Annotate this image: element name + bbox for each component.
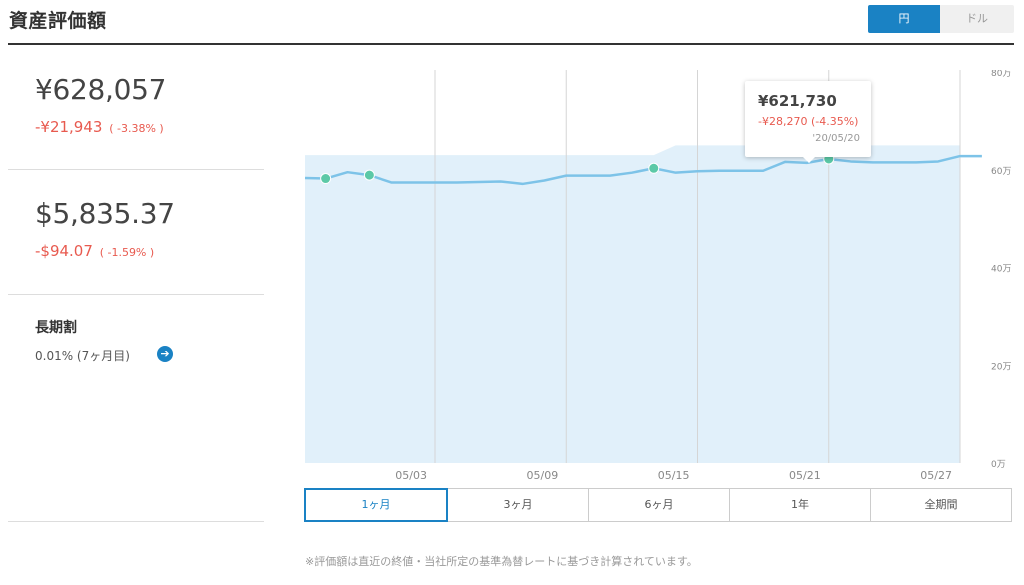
arrow-right-icon[interactable]: ➔ — [157, 346, 173, 362]
x-tick-label: 05/21 — [789, 469, 821, 482]
tab-all-time[interactable]: 全期間 — [871, 489, 1011, 521]
event-marker — [363, 169, 375, 181]
jpy-change: -¥21,943 ( -3.38% ) — [35, 118, 164, 136]
event-marker — [648, 162, 660, 174]
chart-svg: 05/03 05/09 05/15 05/21 05/27 0万 20万 40万 60万 80万 — [304, 69, 1011, 482]
x-tick-label: 05/15 — [658, 469, 690, 482]
page-title: 資産評価額 — [9, 10, 107, 32]
tab-3-months[interactable]: 3ヶ月 — [448, 489, 589, 521]
chart-tooltip: ¥621,730 -¥28,270 (-4.35%) '20/05/20 — [745, 81, 871, 163]
jpy-value: ¥628,057 — [35, 73, 167, 106]
period-tabs: 1ヶ月 3ヶ月 6ヶ月 1年 全期間 — [304, 488, 1012, 522]
usd-summary: $5,835.37 -$94.07 ( -1.59% ) — [8, 169, 264, 295]
jpy-change-amount: -¥21,943 — [35, 118, 103, 136]
long-term-value: 0.01% (7ヶ月目) — [35, 349, 130, 363]
usd-change: -$94.07 ( -1.59% ) — [35, 242, 154, 260]
usd-change-amount: -$94.07 — [35, 242, 93, 260]
tooltip-change: -¥28,270 (-4.35%) — [758, 115, 859, 128]
asset-chart: 05/03 05/09 05/15 05/21 05/27 0万 20万 40万 60万 80万 — [304, 69, 1024, 490]
currency-yen-button[interactable]: 円 — [868, 5, 940, 33]
y-tick-label: 0万 — [991, 460, 1006, 470]
y-tick-label: 20万 — [991, 362, 1011, 372]
jpy-summary: ¥628,057 -¥21,943 ( -3.38% ) — [8, 45, 264, 170]
footnote: ※評価額は直近の終値・当社所定の基準為替レートに基づき計算されています。 — [305, 555, 698, 568]
usd-value: $5,835.37 — [35, 197, 175, 230]
y-tick-label: 80万 — [991, 70, 1011, 79]
y-tick-label: 40万 — [991, 265, 1011, 275]
currency-toggle: 円 ドル — [868, 5, 1014, 33]
x-tick-label: 05/09 — [527, 469, 559, 482]
x-tick-label: 05/03 — [395, 469, 427, 482]
long-term-section: 長期割 0.01% (7ヶ月目) ➔ — [8, 294, 264, 522]
deposit-area — [305, 145, 960, 463]
event-marker — [320, 173, 332, 185]
tooltip-value: ¥621,730 — [758, 92, 837, 110]
tab-6-months[interactable]: 6ヶ月 — [589, 489, 730, 521]
tab-1-year[interactable]: 1年 — [730, 489, 871, 521]
long-term-title: 長期割 — [35, 320, 77, 336]
x-tick-label: 05/27 — [920, 469, 952, 482]
jpy-change-pct: ( -3.38% ) — [109, 122, 164, 135]
currency-dollar-button[interactable]: ドル — [940, 5, 1014, 33]
y-tick-label: 60万 — [991, 167, 1011, 177]
tab-1-month[interactable]: 1ヶ月 — [304, 488, 448, 522]
tooltip-date: '20/05/20 — [812, 133, 860, 144]
usd-change-pct: ( -1.59% ) — [99, 246, 155, 259]
